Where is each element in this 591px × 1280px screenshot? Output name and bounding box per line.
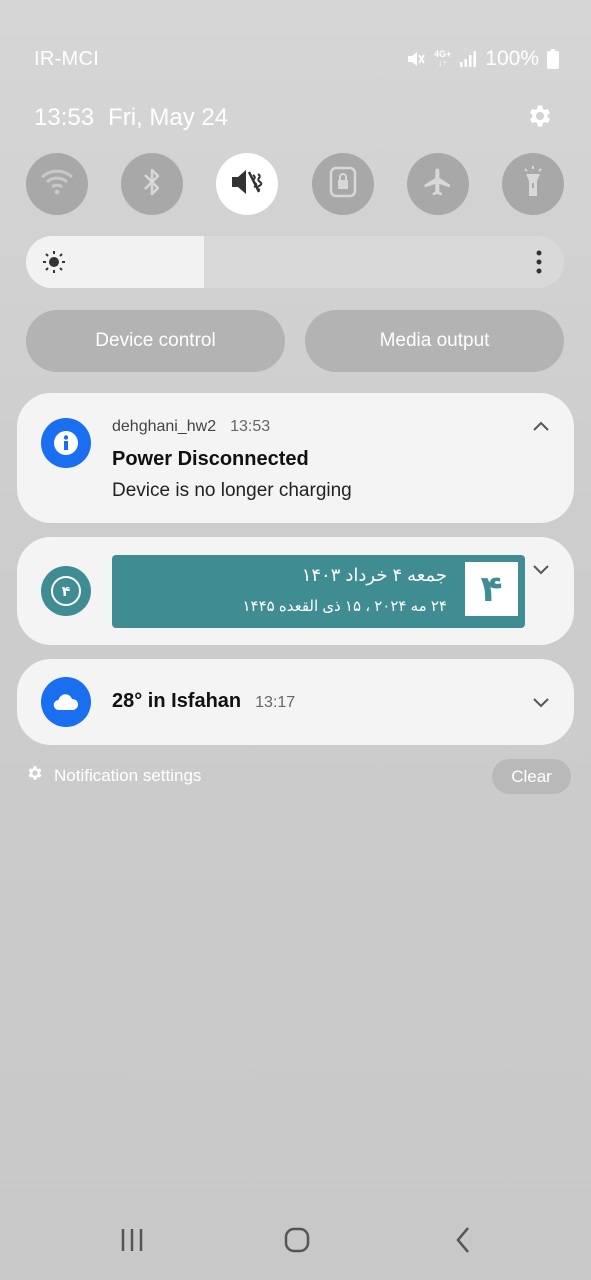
clear-button[interactable]: Clear (492, 759, 571, 794)
more-vertical-icon[interactable] (536, 250, 542, 279)
notification-card[interactable]: ۴ ۴ جمعه ۴ خرداد ۱۴۰۳ ۲۴ مه ۲۰۲۴ ، ۱۵ ذی… (17, 537, 574, 645)
bluetooth-icon (140, 166, 164, 203)
notification-body: Device is no longer charging (112, 480, 352, 501)
notification-settings-label: Notification settings (54, 765, 202, 785)
sun-icon (43, 251, 65, 278)
notification-card[interactable]: dehghani_hw2 13:53 Power Disconnected De… (17, 393, 574, 523)
notification-card[interactable]: 28° in Isfahan 13:17 (17, 659, 574, 745)
info-icon (41, 418, 91, 468)
clock-date[interactable]: Fri, May 24 (108, 104, 228, 132)
signal-icon (459, 50, 477, 68)
gear-icon (526, 102, 554, 135)
brightness-slider[interactable] (26, 236, 564, 288)
notification-time: 13:53 (230, 418, 271, 435)
status-icons: 4G+ ↓↑ 100% (406, 47, 559, 71)
mute-icon (406, 49, 426, 69)
device-control-button[interactable]: Device control (26, 310, 285, 372)
weather-summary: 28° in Isfahan 13:17 (112, 690, 295, 713)
notification-settings-link[interactable]: Notification settings (26, 764, 201, 787)
network-4g-icon: 4G+ ↓↑ (434, 49, 452, 68)
battery-icon (547, 49, 559, 69)
back-icon (454, 1226, 472, 1259)
chevron-up-icon[interactable] (532, 419, 550, 437)
status-bar: IR-MCI 4G+ ↓↑ 100% (34, 44, 559, 74)
calendar-banner: ۴ جمعه ۴ خرداد ۱۴۰۳ ۲۴ مه ۲۰۲۴ ، ۱۵ ذی ا… (112, 555, 525, 628)
back-button[interactable] (441, 1220, 485, 1264)
home-icon (283, 1226, 311, 1259)
media-output-button[interactable]: Media output (305, 310, 564, 372)
lock-icon (329, 166, 357, 203)
home-button[interactable] (275, 1220, 319, 1264)
battery-label: 100% (485, 47, 539, 70)
panel-header: 13:53 Fri, May 24 (34, 100, 555, 136)
calendar-app-icon: ۴ (41, 566, 91, 616)
control-buttons: Device control Media output (26, 310, 564, 372)
tile-wifi[interactable] (26, 153, 88, 215)
recents-button[interactable] (110, 1220, 154, 1264)
mute-icon (229, 166, 265, 203)
quick-settings-tiles (26, 153, 564, 215)
datetime: 13:53 Fri, May 24 (34, 104, 228, 132)
gear-icon (26, 764, 44, 787)
notification-title: 28° in Isfahan (112, 690, 242, 712)
tile-sound-mute[interactable] (216, 153, 279, 215)
calendar-persian-date: جمعه ۴ خرداد ۱۴۰۳ (301, 565, 447, 585)
airplane-icon (422, 166, 454, 203)
network-type-label: 4G+ (434, 49, 452, 59)
tile-flashlight[interactable] (501, 153, 564, 215)
recents-icon (119, 1228, 145, 1257)
tile-bluetooth[interactable] (121, 153, 184, 215)
calendar-other-dates: ۲۴ مه ۲۰۲۴ ، ۱۵ ذی القعده ۱۴۴۵ (242, 598, 447, 615)
tile-airplane[interactable] (406, 153, 469, 215)
calendar-app-icon-label: ۴ (51, 576, 81, 606)
tile-lock-screen[interactable] (311, 153, 374, 215)
clock-time[interactable]: 13:53 (34, 104, 94, 132)
chevron-down-icon[interactable] (532, 563, 550, 581)
carrier-label: IR-MCI (34, 47, 100, 70)
notification-time: 13:17 (255, 694, 296, 711)
chevron-down-icon[interactable] (532, 696, 550, 714)
notification-meta: dehghani_hw2 13:53 (112, 418, 270, 436)
navigation-bar (0, 1220, 591, 1264)
notification-app-name: dehghani_hw2 (112, 418, 217, 435)
notification-title: Power Disconnected (112, 448, 309, 470)
wifi-icon (39, 167, 75, 202)
flashlight-icon (521, 165, 545, 204)
calendar-day-box: ۴ (463, 560, 520, 618)
settings-button[interactable] (525, 103, 555, 133)
cloud-icon (41, 677, 91, 727)
